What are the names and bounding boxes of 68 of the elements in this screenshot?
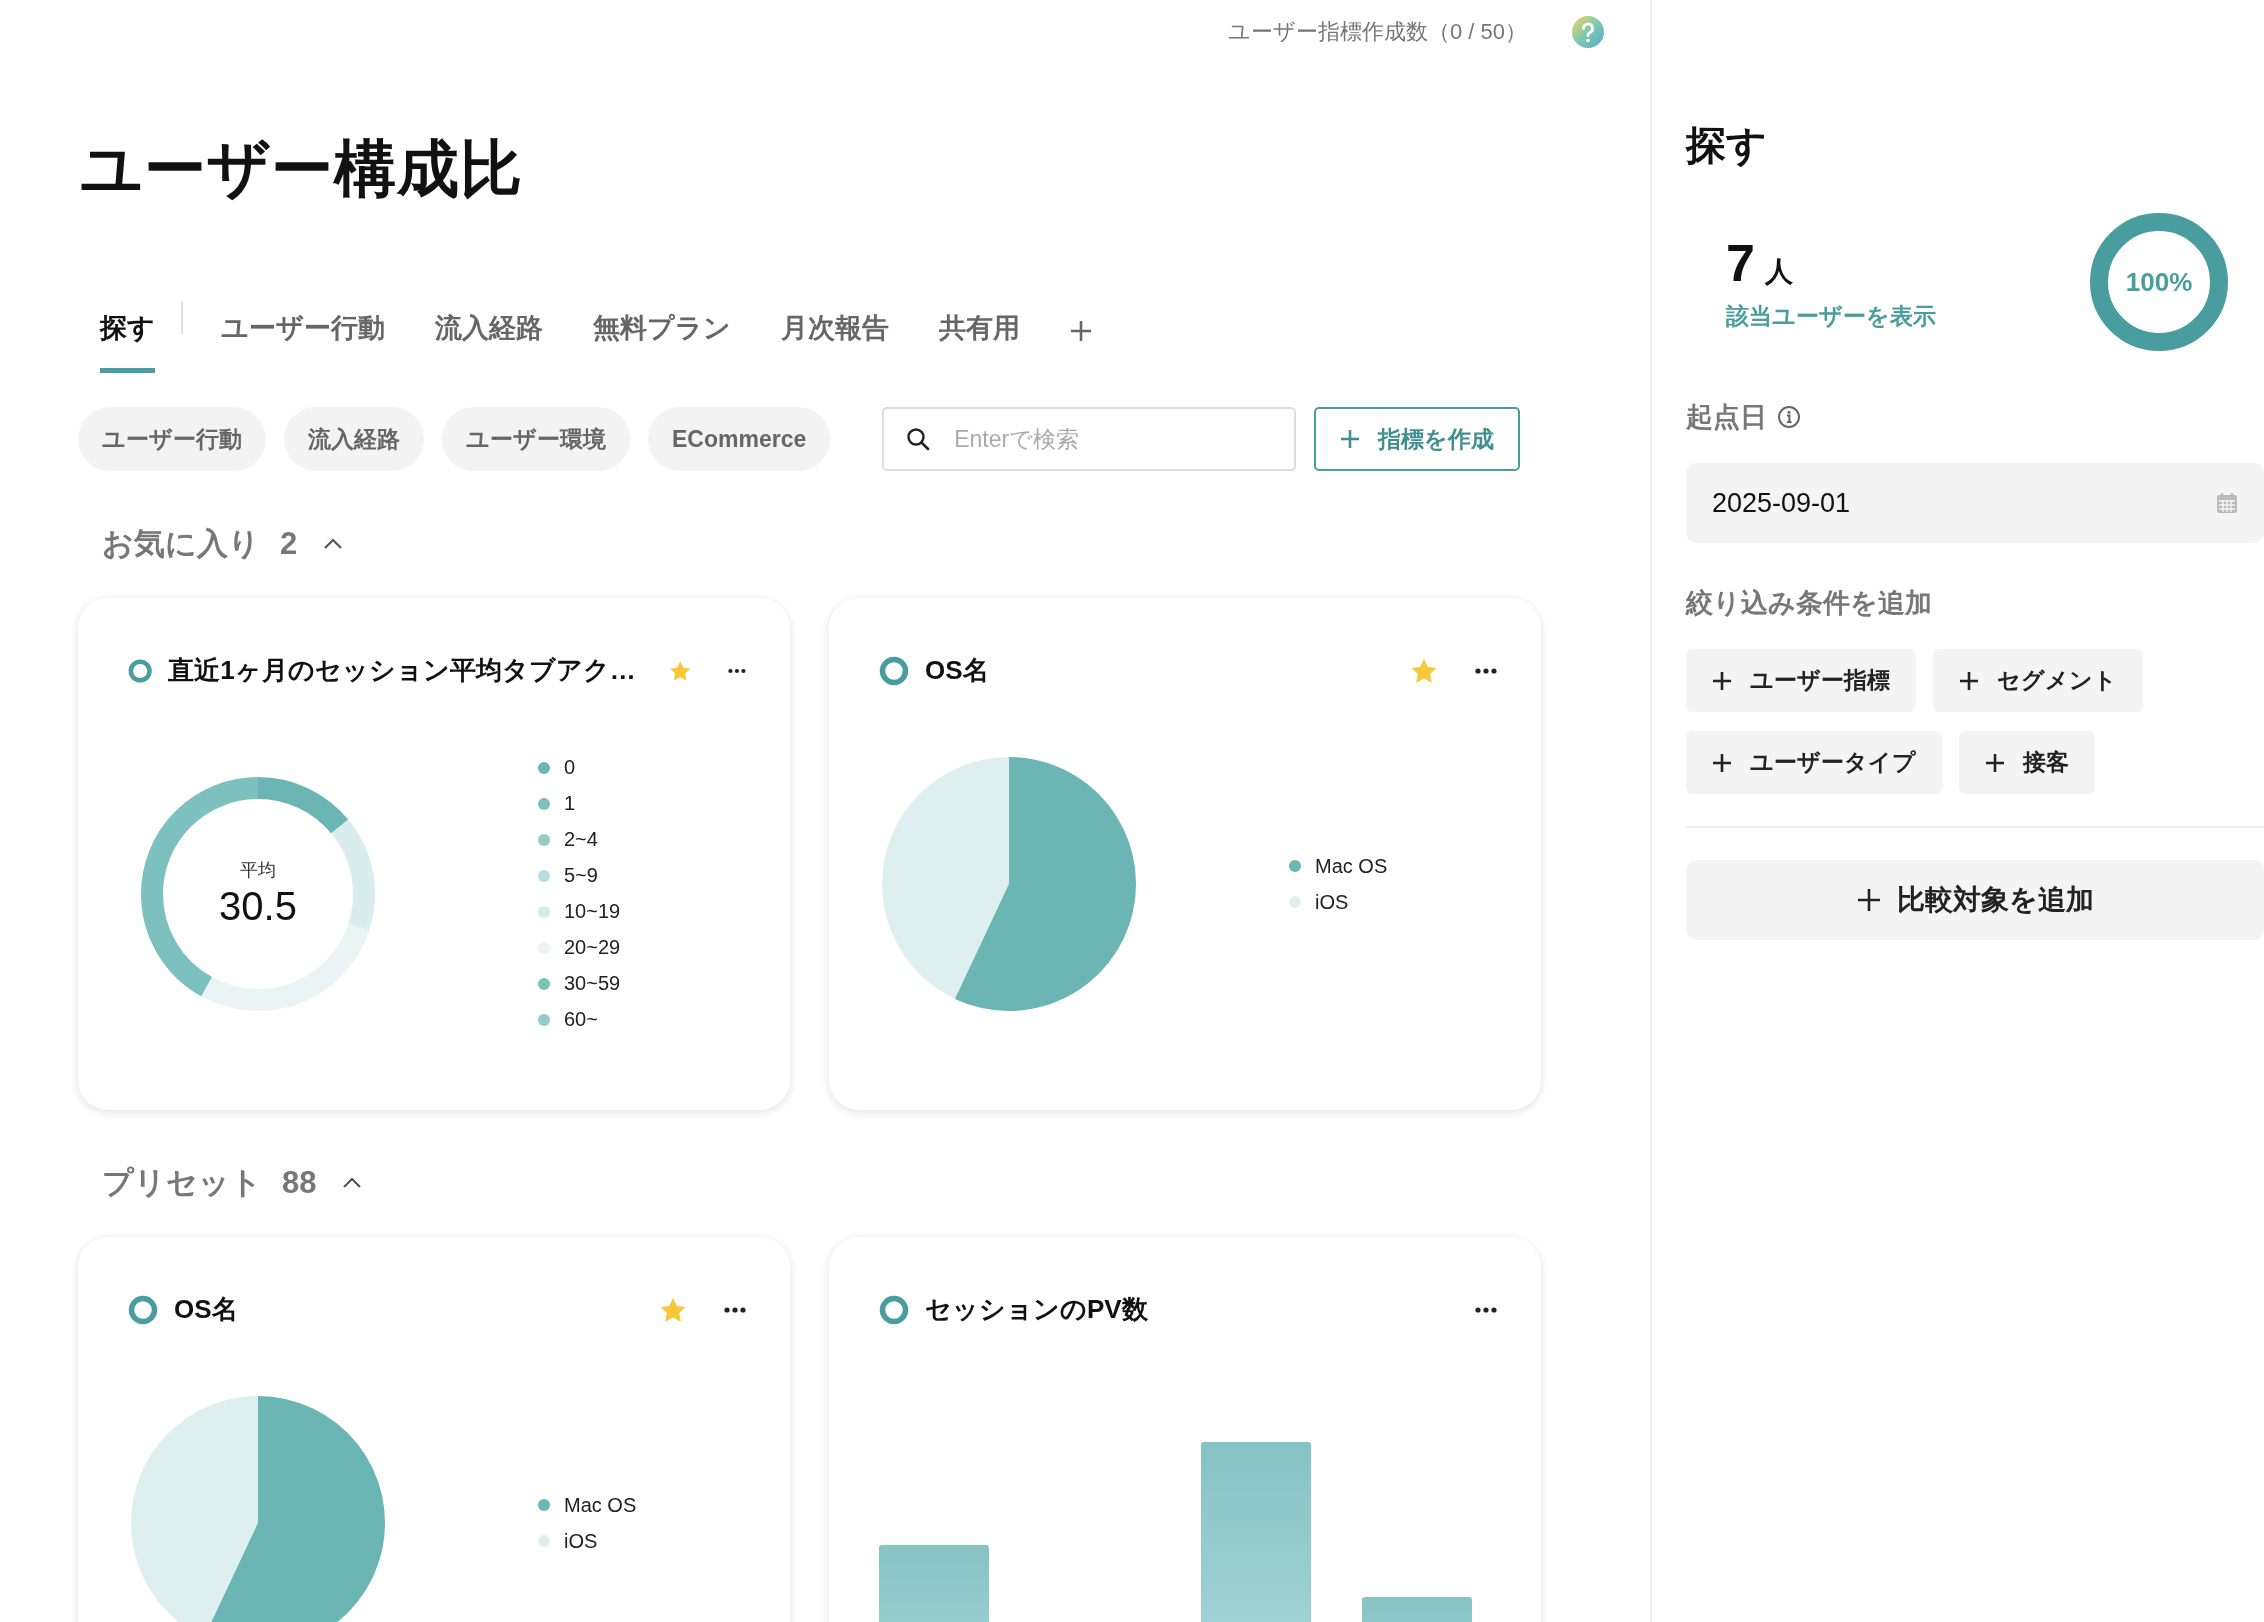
more-icon[interactable] bbox=[728, 667, 746, 674]
legend-label: 30~59 bbox=[564, 971, 621, 996]
legend-label: 60~ bbox=[564, 1007, 598, 1032]
more-icon[interactable] bbox=[724, 1306, 746, 1313]
legend-label: 10~19 bbox=[564, 899, 621, 924]
ring-icon bbox=[128, 1294, 158, 1325]
average-label: 平均 bbox=[240, 859, 276, 882]
info-icon bbox=[1777, 405, 1801, 429]
chevron-up-icon bbox=[323, 537, 344, 551]
date-field[interactable]: 2025-09-01 bbox=[1686, 463, 2264, 543]
usage-counter: ユーザー指標作成数（0 / 50） bbox=[1227, 18, 1527, 46]
add-filter-button[interactable]: セグメント bbox=[1933, 649, 2143, 712]
legend-label: 0 bbox=[564, 755, 576, 780]
plus-icon bbox=[1712, 670, 1732, 691]
tab[interactable]: 探す bbox=[100, 310, 155, 373]
section-title: プリセット bbox=[102, 1164, 262, 1202]
filter-chip[interactable]: ユーザー行動 bbox=[78, 407, 266, 471]
plus-icon bbox=[1340, 429, 1361, 449]
section-label: 絞り込み条件を追加 bbox=[1686, 587, 1933, 620]
plus-icon bbox=[1070, 320, 1092, 342]
search-field[interactable]: Enterで検索 bbox=[882, 407, 1297, 471]
add-filter-button[interactable]: ユーザー指標 bbox=[1686, 649, 1916, 712]
filter-chip[interactable]: ECommerce bbox=[648, 407, 831, 471]
section-count: 2 bbox=[280, 526, 298, 562]
legend-label: iOS bbox=[1315, 889, 1349, 915]
card-title[interactable]: 直近1ヶ月のセッション平均タブアク… bbox=[168, 653, 636, 688]
tab[interactable]: 月次報告 bbox=[781, 310, 889, 373]
add-filter-button[interactable]: 接客 bbox=[1959, 731, 2095, 794]
tab[interactable]: 流入経路 bbox=[435, 310, 543, 373]
add-comparison-button[interactable]: 比較対象を追加 bbox=[1686, 860, 2264, 940]
legend-label: Mac OS bbox=[1315, 853, 1388, 879]
tab[interactable]: ユーザー行動 bbox=[221, 310, 385, 373]
user-count: 7 bbox=[1726, 232, 1755, 293]
more-icon[interactable] bbox=[1475, 1306, 1497, 1313]
legend-label: 1 bbox=[564, 791, 576, 816]
ring-icon bbox=[879, 655, 909, 686]
plus-icon bbox=[1712, 752, 1732, 773]
tab[interactable]: 無料プラン bbox=[593, 310, 731, 373]
legend-label: 20~29 bbox=[564, 935, 621, 960]
field-label: 起点日 bbox=[1686, 401, 1767, 434]
ring-icon bbox=[879, 1294, 909, 1325]
chevron-up-icon bbox=[342, 1176, 363, 1190]
filter-chip[interactable]: ユーザー環境 bbox=[442, 407, 630, 471]
legend-label: 5~9 bbox=[564, 863, 598, 888]
legend-label: 2~4 bbox=[564, 827, 598, 852]
calendar-icon bbox=[2216, 492, 2238, 514]
create-metric-button[interactable]: 指標を作成 bbox=[1314, 407, 1521, 471]
average-value: 30.5 bbox=[219, 884, 297, 929]
section-title: お気に入り bbox=[102, 525, 260, 563]
plus-icon bbox=[1856, 888, 1881, 912]
card-title[interactable]: OS名 bbox=[925, 653, 989, 688]
add-tab-button[interactable] bbox=[1070, 320, 1092, 342]
filter-chip[interactable]: 流入経路 bbox=[284, 407, 424, 471]
add-filter-button[interactable]: ユーザータイプ bbox=[1686, 731, 1942, 794]
card-title[interactable]: OS名 bbox=[174, 1292, 238, 1327]
tab[interactable]: 共有用 bbox=[939, 310, 1020, 373]
legend-label: Mac OS bbox=[564, 1492, 637, 1518]
count-unit: 人 bbox=[1764, 254, 1793, 289]
coverage-ring: 100% bbox=[2090, 213, 2228, 351]
more-icon[interactable] bbox=[1475, 667, 1497, 674]
card-title[interactable]: セッションのPV数 bbox=[925, 1292, 1148, 1327]
plus-icon bbox=[1985, 752, 2005, 773]
section-count: 88 bbox=[282, 1165, 317, 1201]
search-icon bbox=[906, 427, 931, 451]
page-title: ユーザー構成比 bbox=[80, 133, 524, 205]
plus-icon bbox=[1959, 670, 1979, 691]
panel-title: 探す bbox=[1686, 122, 1768, 169]
legend-label: iOS bbox=[564, 1528, 598, 1554]
